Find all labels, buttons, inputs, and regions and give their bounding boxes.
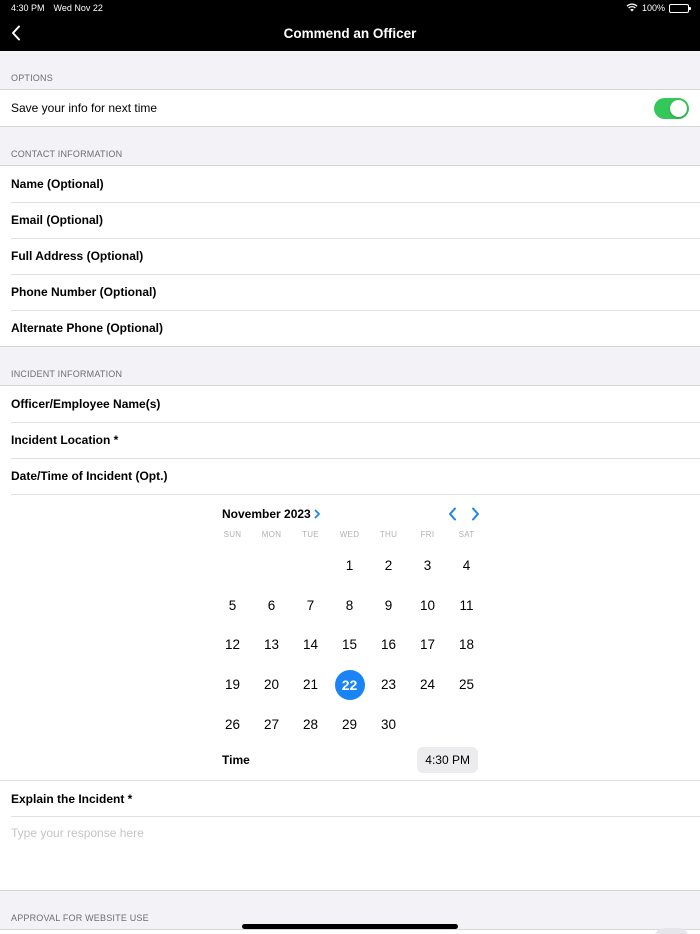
calendar-day-selected[interactable]: 22 bbox=[330, 665, 369, 705]
calendar-day[interactable]: 12 bbox=[213, 625, 252, 665]
save-info-row: Save your info for next time bbox=[0, 90, 700, 126]
weekday-label: SUN bbox=[223, 530, 242, 539]
calendar-day[interactable]: 15 bbox=[330, 625, 369, 665]
save-info-toggle[interactable] bbox=[654, 97, 689, 119]
email-field[interactable]: Email (Optional) bbox=[0, 202, 700, 238]
calendar-day[interactable]: 25 bbox=[447, 665, 486, 705]
contact-group: Name (Optional) Email (Optional) Full Ad… bbox=[0, 165, 700, 347]
status-date: Wed Nov 22 bbox=[53, 3, 103, 13]
chevron-right-icon bbox=[472, 507, 479, 521]
nav-bar: Commend an Officer bbox=[0, 16, 700, 51]
calendar-day[interactable]: 19 bbox=[213, 665, 252, 705]
calendar-header: November 2023 bbox=[222, 504, 480, 524]
calendar-day[interactable]: 10 bbox=[408, 586, 447, 626]
calendar-day[interactable]: 23 bbox=[369, 665, 408, 705]
calendar-day[interactable]: 2 bbox=[369, 546, 408, 586]
section-header-options: OPTIONS bbox=[11, 73, 53, 83]
name-field[interactable]: Name (Optional) bbox=[0, 166, 700, 202]
options-group: Save your info for next time bbox=[0, 89, 700, 127]
calendar-day[interactable]: 29 bbox=[330, 704, 369, 744]
calendar-day[interactable]: 30 bbox=[369, 704, 408, 744]
time-row: Time 4:30 PM bbox=[222, 747, 478, 773]
weekday-label: MON bbox=[261, 530, 282, 539]
calendar-day[interactable]: 1 bbox=[330, 546, 369, 586]
chevron-left-icon bbox=[12, 25, 20, 41]
calendar-day[interactable]: 9 bbox=[369, 586, 408, 626]
weekday-label: THU bbox=[379, 530, 398, 539]
calendar-day[interactable]: 4 bbox=[447, 546, 486, 586]
officer-name-field[interactable]: Officer/Employee Name(s) bbox=[0, 386, 700, 422]
calendar-day[interactable]: 8 bbox=[330, 586, 369, 626]
save-info-label: Save your info for next time bbox=[11, 101, 158, 115]
explain-incident-row bbox=[0, 816, 700, 890]
calendar-empty-cell bbox=[213, 546, 252, 586]
date-picker: November 2023 SUN MON TUE WED THU FRI SAT 1234… bbox=[0, 494, 700, 780]
calendar-day[interactable]: 6 bbox=[252, 586, 291, 626]
chevron-left-icon bbox=[449, 507, 456, 521]
calendar-grid: 1 2 3 4 5 6 7 8 9 10 11 12 13 14 15 16 17 18 19 20 21 22 23 24 2… bbox=[213, 546, 486, 744]
calendar-day[interactable]: 24 bbox=[408, 665, 447, 705]
explain-incident-input[interactable] bbox=[11, 826, 689, 880]
calendar-day[interactable]: 11 bbox=[447, 586, 486, 626]
previous-month-button[interactable] bbox=[448, 507, 457, 521]
phone-field[interactable]: Phone Number (Optional) bbox=[0, 274, 700, 310]
page-title: Commend an Officer bbox=[283, 26, 417, 41]
weekday-label: TUE bbox=[302, 530, 319, 539]
status-bar: 4:30 PM Wed Nov 22 100% bbox=[0, 0, 700, 16]
weekday-label: FRI bbox=[420, 530, 435, 539]
back-button[interactable] bbox=[6, 23, 26, 43]
section-header-incident: INCIDENT INFORMATION bbox=[11, 369, 123, 379]
calendar-day[interactable]: 21 bbox=[291, 665, 330, 705]
calendar-day[interactable]: 27 bbox=[252, 704, 291, 744]
weekday-label: SAT bbox=[458, 530, 475, 539]
approval-toggle[interactable] bbox=[654, 928, 689, 934]
weekday-labels: SUN MON TUE WED THU FRI SAT bbox=[213, 530, 486, 539]
time-label: Time bbox=[222, 753, 250, 767]
calendar-day[interactable]: 13 bbox=[252, 625, 291, 665]
incident-datetime-label-row: Date/Time of Incident (Opt.) bbox=[0, 458, 700, 494]
explain-incident-label-row: Explain the Incident * bbox=[0, 780, 700, 816]
calendar-day[interactable]: 26 bbox=[213, 704, 252, 744]
chevron-right-icon bbox=[314, 509, 320, 519]
incident-location-field[interactable]: Incident Location * bbox=[0, 422, 700, 458]
calendar-day[interactable]: 3 bbox=[408, 546, 447, 586]
time-picker-button[interactable]: 4:30 PM bbox=[417, 747, 478, 773]
calendar-day[interactable]: 5 bbox=[213, 586, 252, 626]
month-year-button[interactable]: November 2023 bbox=[222, 507, 321, 521]
battery-icon bbox=[669, 3, 691, 13]
calendar-day[interactable]: 7 bbox=[291, 586, 330, 626]
calendar-day[interactable]: 18 bbox=[447, 625, 486, 665]
status-time: 4:30 PM bbox=[11, 3, 45, 13]
calendar-day[interactable]: 17 bbox=[408, 625, 447, 665]
address-field[interactable]: Full Address (Optional) bbox=[0, 238, 700, 274]
home-indicator bbox=[242, 924, 458, 929]
section-header-contact: CONTACT INFORMATION bbox=[11, 149, 123, 159]
approval-group bbox=[0, 929, 700, 934]
calendar-day[interactable]: 28 bbox=[291, 704, 330, 744]
alt-phone-field[interactable]: Alternate Phone (Optional) bbox=[0, 310, 700, 346]
wifi-icon bbox=[626, 2, 638, 14]
incident-group: Officer/Employee Name(s) Incident Locati… bbox=[0, 385, 700, 891]
calendar-empty-cell bbox=[291, 546, 330, 586]
calendar-day[interactable]: 14 bbox=[291, 625, 330, 665]
form-content: OPTIONS Save your info for next time CON… bbox=[0, 51, 700, 934]
next-month-button[interactable] bbox=[471, 507, 480, 521]
calendar-day[interactable]: 20 bbox=[252, 665, 291, 705]
battery-percent: 100% bbox=[641, 3, 665, 13]
calendar-day[interactable]: 16 bbox=[369, 625, 408, 665]
calendar-empty-cell bbox=[252, 546, 291, 586]
month-label: November 2023 bbox=[222, 507, 311, 521]
weekday-label: WED bbox=[339, 530, 360, 539]
